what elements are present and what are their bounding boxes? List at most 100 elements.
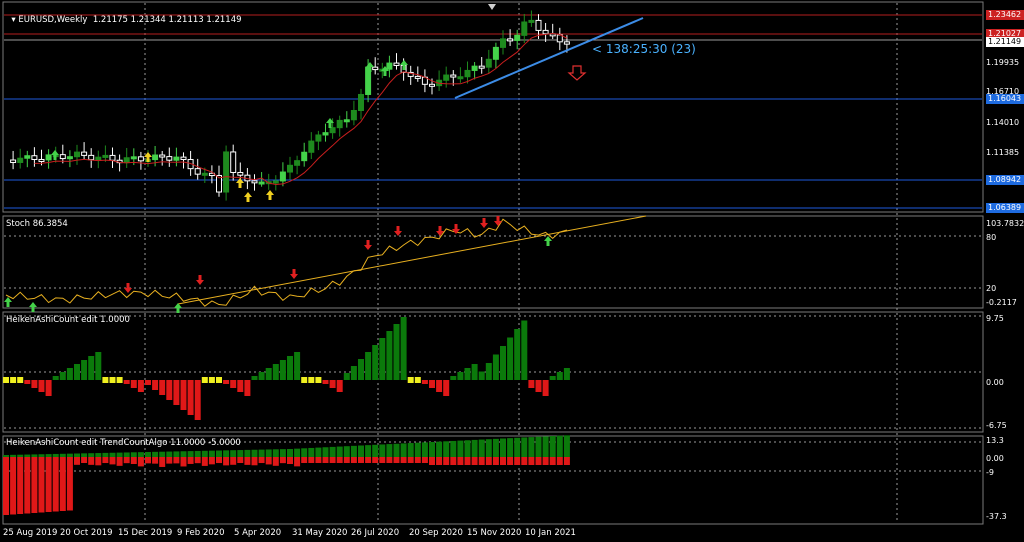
candle-body: [279, 171, 286, 182]
hac-bar: [386, 331, 393, 380]
hac-trend-bar: [81, 457, 88, 464]
hac-trend-bar: [365, 457, 372, 463]
hac-trend-bar: [109, 452, 116, 457]
hac-bar: [436, 380, 443, 392]
hac-trend-bar: [3, 455, 9, 457]
hac-bar: [109, 377, 116, 383]
candle-body: [272, 180, 279, 184]
hac-trend-bar: [287, 449, 293, 457]
candle-body: [429, 83, 435, 87]
hac-trend-bar: [31, 454, 38, 457]
x-axis-label: 5 Apr 2020: [234, 528, 282, 538]
candle-body: [294, 160, 301, 166]
price-tag-support-1: 1.16043: [986, 94, 1024, 104]
hac-trend-bar: [528, 457, 535, 465]
hac-trend-bar: [329, 446, 336, 457]
hac-bar: [365, 352, 372, 380]
hac-bar: [230, 380, 237, 388]
arrow-down-icon: [364, 240, 372, 250]
hac-trend-bar: [3, 457, 9, 515]
hac-trend-bar: [194, 457, 201, 464]
hac-bar: [478, 371, 485, 380]
hac-trend-bar: [450, 440, 457, 457]
candle-body: [457, 76, 464, 80]
hac-trend-bar: [66, 457, 73, 511]
hac-trend-bar: [66, 453, 73, 457]
candle-body: [464, 69, 471, 78]
hac-trend-bar: [265, 449, 272, 457]
hac-trend-bar: [145, 457, 151, 464]
price-axis-tick: 1.19935: [986, 58, 1020, 67]
candle-body: [74, 151, 80, 158]
hac-bar: [457, 372, 464, 380]
hac-bar: [81, 360, 88, 380]
hac-trend-bar: [514, 437, 521, 457]
hac-trend-bar: [10, 454, 17, 457]
hac-trend-bar: [137, 457, 144, 467]
arrow-up-icon: [244, 192, 252, 202]
hac-trend-bar: [258, 449, 265, 457]
hac-trend-bar: [471, 439, 478, 457]
candle-body: [443, 74, 450, 81]
candle-body: [10, 159, 17, 163]
candle-body: [478, 65, 485, 69]
hac-bar: [329, 380, 336, 388]
hac-bar: [74, 364, 80, 380]
hac-bar: [563, 368, 570, 380]
moving-average-line: [34, 32, 568, 185]
hac-trend-axis-min: -37.3: [986, 512, 1007, 521]
candle-body: [450, 74, 457, 78]
hac-bar: [173, 380, 180, 405]
hac-trend-bar: [237, 450, 244, 457]
chart-shift-marker-icon[interactable]: [488, 4, 496, 10]
hac-axis-min: -6.75: [986, 421, 1007, 430]
hac-trend-bar: [492, 457, 499, 465]
hac-trend-bar: [372, 457, 379, 463]
hac-axis-zero: 0.00: [986, 378, 1004, 387]
candle-body: [258, 181, 265, 185]
hac-bar: [514, 329, 521, 380]
candle-body: [414, 75, 421, 79]
candle-body: [372, 66, 379, 71]
candle-body: [194, 168, 201, 175]
hac-bar: [322, 380, 329, 384]
hac-bar: [265, 368, 272, 380]
hac-bar: [464, 368, 471, 380]
hac-trend-bar: [244, 449, 251, 457]
x-axis-label: 25 Aug 2019: [3, 528, 58, 538]
trend-line[interactable]: [454, 17, 644, 99]
hac-trend-bar: [17, 457, 24, 514]
hac-trend-bar: [52, 453, 59, 457]
hac-trend-bar: [152, 451, 159, 457]
horizontal-price-lines[interactable]: [4, 14, 982, 209]
hac-trend-bar: [223, 450, 230, 457]
candle-body: [31, 155, 38, 160]
hac-bar: [45, 380, 52, 396]
candle-body: [102, 154, 109, 158]
hac-trend-bar: [308, 457, 315, 463]
hac-bar: [414, 377, 421, 383]
hac-trend-bar: [414, 442, 421, 457]
hac-trend-bar: [230, 450, 237, 457]
arrow-up-icon: [544, 236, 552, 246]
hac-trend-bar: [549, 457, 556, 465]
candle-body: [563, 41, 570, 45]
candle-body: [123, 157, 130, 164]
arrow-down-icon: [196, 275, 204, 285]
hac-trend-bar: [464, 440, 471, 457]
hac-trend-bar: [272, 457, 279, 466]
hac-trend-bar: [400, 443, 407, 457]
hac-trend-bar: [315, 457, 322, 463]
candle-body: [38, 158, 45, 162]
hac-bar: [223, 380, 230, 384]
stoch-title: Stoch 86.3854: [6, 219, 68, 229]
hac-trend-bar: [315, 447, 322, 457]
hac-trend-bar: [24, 454, 31, 457]
hac-bar: [10, 377, 17, 383]
hac-trend-bar: [294, 457, 301, 467]
chart-canvas[interactable]: [0, 0, 1024, 542]
hac-trend-bar: [386, 444, 393, 457]
hac-trend-bar: [521, 437, 528, 457]
stoch-trend-line[interactable]: [177, 215, 647, 305]
candle-body: [166, 156, 173, 161]
